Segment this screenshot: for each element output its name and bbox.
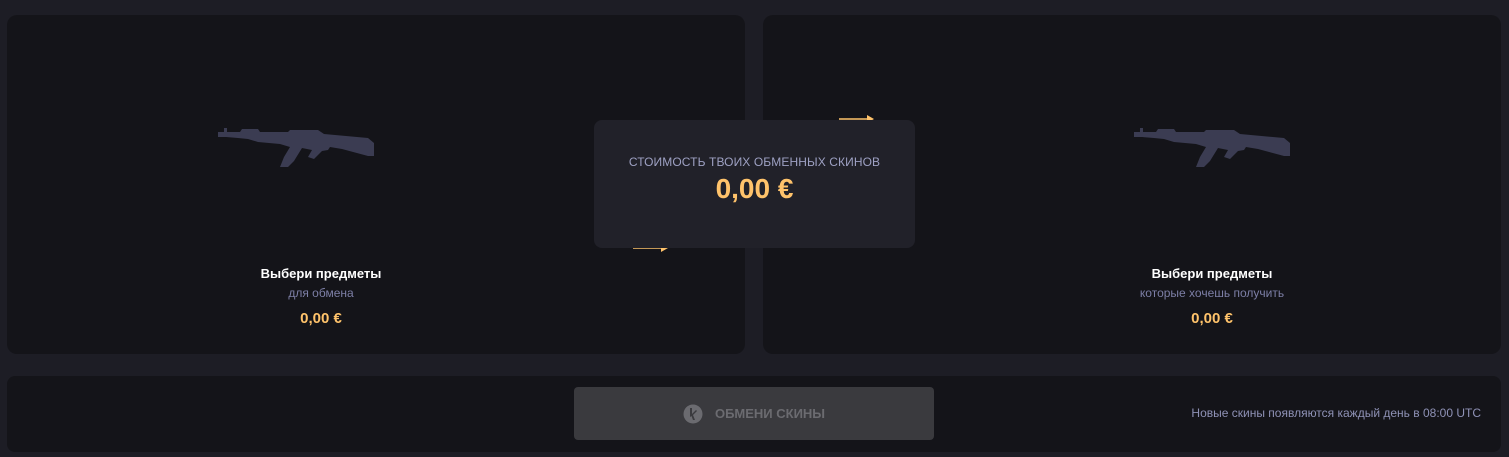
offer-subtitle: для обмена: [288, 286, 354, 300]
exchange-total-value: 0,00 €: [715, 173, 794, 204]
rifle-placeholder-icon: [1134, 128, 1290, 167]
receive-price: 0,00 €: [1191, 310, 1233, 327]
exchange-button-label: ОБМЕНИ СКИНЫ: [714, 406, 826, 421]
rifle-placeholder-icon: [218, 128, 374, 167]
exchange-coin-icon: [683, 404, 703, 423]
exchange-total-label: СТОИМОСТЬ ТВОИХ ОБМЕННЫХ СКИНОВ: [628, 155, 881, 169]
daily-update-notice: Новые скины появляются каждый день в 08:…: [1191, 406, 1481, 420]
receive-title: Выбери предметы: [1151, 266, 1273, 281]
offer-price: 0,00 €: [300, 310, 342, 327]
exchange-skins-button[interactable]: ОБМЕНИ СКИНЫ: [574, 387, 934, 440]
bottom-action-bar: ОБМЕНИ СКИНЫ Новые скины появляются кажд…: [7, 376, 1501, 452]
exchange-total-box: СТОИМОСТЬ ТВОИХ ОБМЕННЫХ СКИНОВ 0,00 €: [594, 120, 915, 248]
offer-title: Выбери предметы: [260, 266, 382, 281]
receive-subtitle: которые хочешь получить: [1139, 286, 1285, 300]
